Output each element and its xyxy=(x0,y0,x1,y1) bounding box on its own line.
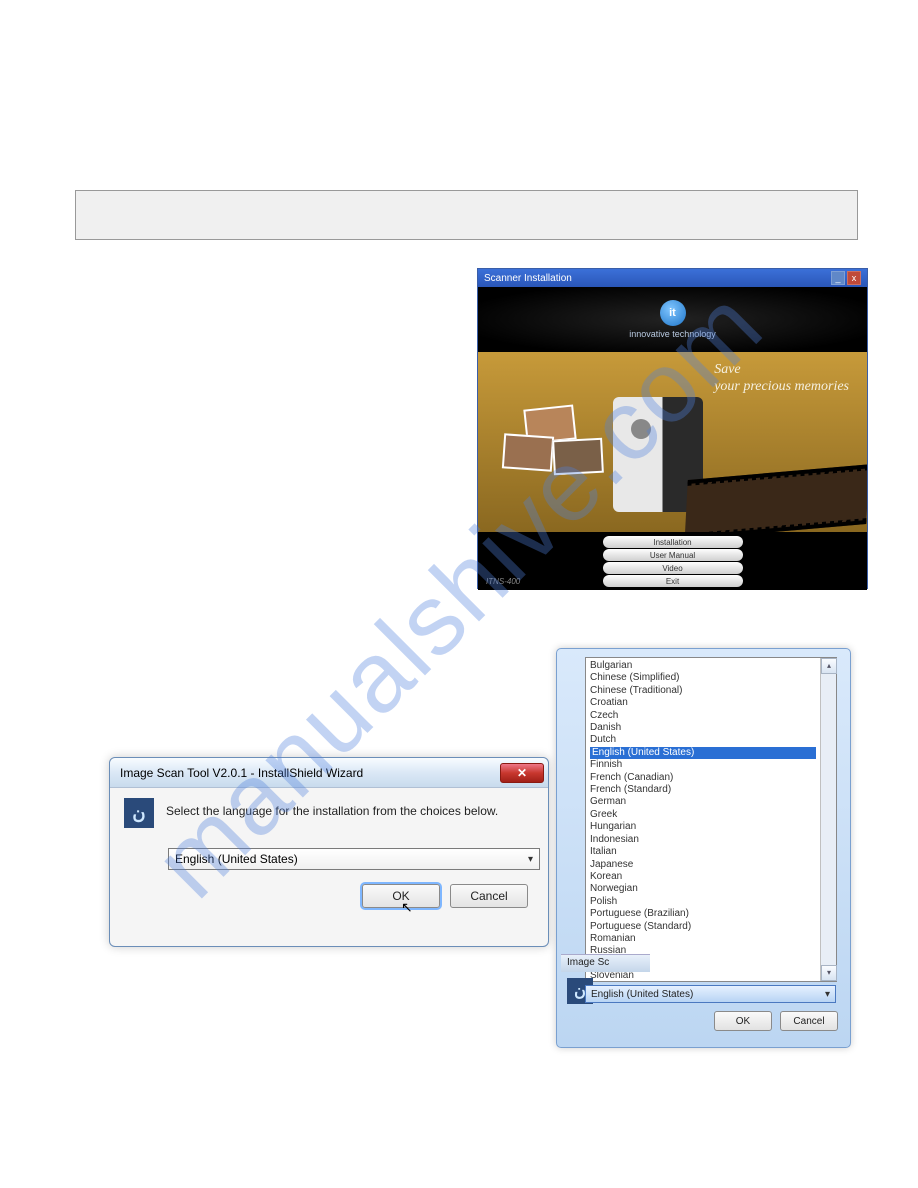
language-option[interactable]: Portuguese (Brazilian) xyxy=(590,908,816,920)
language-option[interactable]: Dutch xyxy=(590,734,816,746)
language-option[interactable]: Czech xyxy=(590,710,816,722)
installshield-language-dialog: Image Scan Tool V2.0.1 - InstallShield W… xyxy=(109,757,549,947)
language-option[interactable]: Italian xyxy=(590,846,816,858)
installshield-icon: ن xyxy=(124,798,154,828)
scanner-installation-window: Scanner Installation _ x it innovative t… xyxy=(477,268,868,589)
tagline-text: Save your precious memories xyxy=(714,362,849,396)
language-option[interactable]: Norwegian xyxy=(590,883,816,895)
chevron-down-icon: ▾ xyxy=(825,989,830,1000)
language-select-collapsed[interactable]: English (United States) ▾ xyxy=(585,985,836,1003)
ok-button[interactable]: OK xyxy=(714,1011,772,1031)
chevron-down-icon: ▾ xyxy=(528,854,533,865)
language-option[interactable]: Polish xyxy=(590,896,816,908)
language-option[interactable]: Korean xyxy=(590,871,816,883)
prompt-text: Select the language for the installation… xyxy=(166,798,498,818)
close-icon[interactable]: ✕ xyxy=(500,763,544,783)
language-option[interactable]: Indonesian xyxy=(590,834,816,846)
language-listbox[interactable]: BulgarianChinese (Simplified)Chinese (Tr… xyxy=(585,657,837,982)
scanner-banner: it innovative technology xyxy=(478,287,867,352)
language-option[interactable]: Japanese xyxy=(590,859,816,871)
language-option[interactable]: Chinese (Simplified) xyxy=(590,672,816,684)
language-option[interactable]: Chinese (Traditional) xyxy=(590,685,816,697)
installation-button[interactable]: Installation xyxy=(603,536,743,548)
cancel-button[interactable]: Cancel xyxy=(780,1011,838,1031)
language-option[interactable]: Bulgarian xyxy=(590,660,816,672)
language-option[interactable]: Croatian xyxy=(590,697,816,709)
scrollbar[interactable]: ▴ ▾ xyxy=(820,658,836,981)
language-option[interactable]: English (United States) xyxy=(590,747,816,759)
scanner-hero-area: Save your precious memories xyxy=(478,352,867,532)
model-label: ITNS-400 xyxy=(486,577,520,586)
cancel-button[interactable]: Cancel xyxy=(450,884,528,908)
language-dropdown-panel: BulgarianChinese (Simplified)Chinese (Tr… xyxy=(556,648,851,1048)
language-option[interactable]: French (Canadian) xyxy=(590,772,816,784)
user-manual-button[interactable]: User Manual xyxy=(603,549,743,561)
photos-collage-icon xyxy=(503,407,613,482)
scanner-title: Scanner Installation xyxy=(484,273,572,284)
language-option[interactable]: French (Standard) xyxy=(590,784,816,796)
selected-language-label: English (United States) xyxy=(175,852,298,866)
ok-button[interactable]: OK ↖ xyxy=(362,884,440,908)
language-option[interactable]: German xyxy=(590,796,816,808)
language-option[interactable]: Finnish xyxy=(590,759,816,771)
header-gray-bar xyxy=(75,190,858,240)
scanner-titlebar[interactable]: Scanner Installation _ x xyxy=(478,269,867,287)
language-select[interactable]: English (United States) ▾ xyxy=(168,848,540,870)
dialog-title: Image Scan Tool V2.0.1 - InstallShield W… xyxy=(120,766,363,780)
language-option[interactable]: Portuguese (Standard) xyxy=(590,921,816,933)
language-option[interactable]: Romanian xyxy=(590,933,816,945)
video-button[interactable]: Video xyxy=(603,562,743,574)
minimize-icon[interactable]: _ xyxy=(831,271,845,285)
partial-titlebar: Image Sc xyxy=(561,954,650,972)
exit-button[interactable]: Exit xyxy=(603,575,743,587)
selected-language-label: English (United States) xyxy=(591,989,693,1000)
it-logo-icon: it xyxy=(660,300,686,326)
film-strip-icon xyxy=(685,464,867,532)
scroll-down-icon[interactable]: ▾ xyxy=(821,965,837,981)
language-option[interactable]: Hungarian xyxy=(590,821,816,833)
brand-text: innovative technology xyxy=(629,329,716,339)
close-icon[interactable]: x xyxy=(847,271,861,285)
language-option[interactable]: Danish xyxy=(590,722,816,734)
dialog-titlebar[interactable]: Image Scan Tool V2.0.1 - InstallShield W… xyxy=(110,758,548,788)
language-option[interactable]: Greek xyxy=(590,809,816,821)
scroll-up-icon[interactable]: ▴ xyxy=(821,658,837,674)
